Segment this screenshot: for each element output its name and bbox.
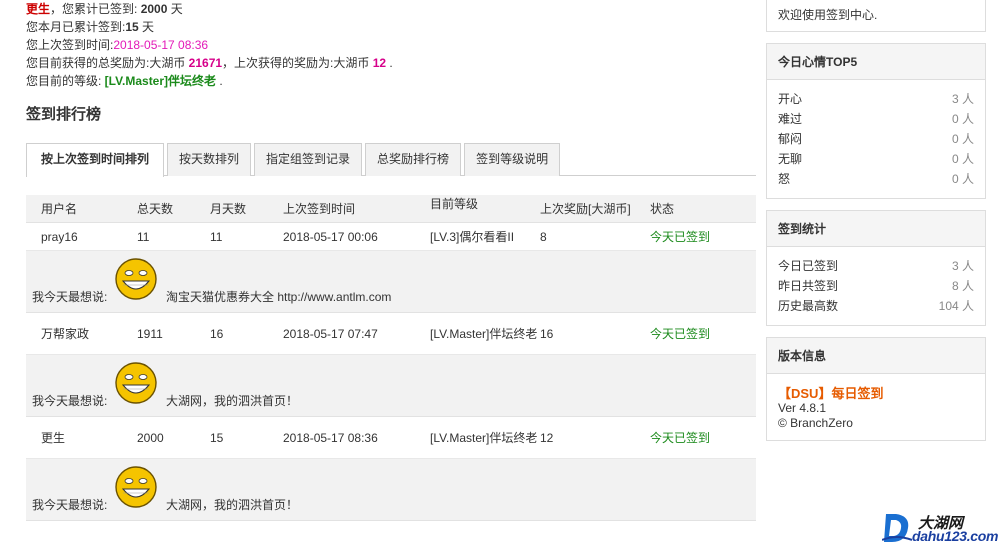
total-days: 2000 (140, 2, 168, 16)
grin-face-icon (115, 258, 157, 300)
summary-line-level: 您目前的等级: [LV.Master]伴坛终老 . (26, 74, 223, 88)
stats-box: 签到统计 今日已签到 3 人 昨日共签到 8 人 历史最高数 104 人 (766, 210, 986, 326)
row-status: 今天已签到 (650, 327, 711, 341)
mood-item: 开心 3 人 (778, 92, 974, 106)
month-days: 15 (125, 20, 139, 34)
summary-line-reward: 您目前获得的总奖励为:大湖币 21671，上次获得的奖励为:大湖币 12 . (26, 56, 393, 70)
table-row: 万帮家政 1911 16 2018-05-17 07:47 [LV.Master… (26, 313, 756, 355)
tab-group-records[interactable]: 指定组签到记录 (254, 143, 363, 176)
col-username: 用户名 (41, 202, 78, 216)
row-time: 2018-05-17 00:06 (283, 229, 378, 244)
ranking-tabs: 按上次签到时间排列 按天数排列 指定组签到记录 总奖励排行榜 签到等级说明 (26, 143, 756, 177)
table-row: pray16 11 11 2018-05-17 00:06 [LV.3]偶尔看看… (26, 223, 756, 251)
col-total-days: 总天数 (137, 202, 174, 216)
plugin-version: Ver 4.8.1 (778, 401, 827, 415)
stats-title: 签到统计 (767, 211, 985, 247)
thought-text: 大湖网，我的泗洪首页！ (166, 498, 299, 512)
col-status: 状态 (650, 202, 675, 216)
row-reward: 12 (540, 430, 554, 445)
grin-face-icon (115, 466, 157, 508)
row-level: [LV.3]偶尔看看II (430, 229, 515, 244)
table-row: 更生 2000 15 2018-05-17 08:36 [LV.Master]伴… (26, 417, 756, 459)
plugin-copyright: © BranchZero (778, 416, 853, 430)
row-time: 2018-05-17 08:36 (283, 430, 378, 445)
col-last-time: 上次签到时间 (283, 202, 356, 216)
thought-text: 大湖网，我的泗洪首页！ (166, 394, 299, 408)
row-month: 11 (210, 229, 223, 244)
user-level: [LV.Master]伴坛终老 (104, 74, 217, 88)
ranking-table: 用户名 总天数 月天数 上次签到时间 目前等级 上次奖励[大湖币] 状态 pra… (26, 195, 756, 521)
row-total: 2000 (137, 430, 164, 445)
main-content: 更生，您累计已签到: 2000 天 您本月已累计签到:15 天 您上次签到时间:… (26, 0, 756, 521)
version-title: 版本信息 (767, 338, 985, 374)
mood-item: 难过 0 人 (778, 112, 974, 126)
thought-text: 淘宝天猫优惠券大全 http://www.antlm.com (166, 290, 392, 304)
ranking-title: 签到排行榜 (26, 106, 102, 123)
col-level: 目前等级 (430, 197, 479, 211)
mood-item: 怒0 人 (778, 172, 974, 186)
row-username[interactable]: 更生 (26, 429, 137, 446)
username[interactable]: 更生 (26, 2, 50, 16)
mood-item: 无聊 0 人 (778, 152, 974, 166)
welcome-text: 欢迎使用签到中心. (778, 8, 878, 22)
col-month-days: 月天数 (210, 202, 247, 216)
summary-line-last-time: 您上次签到时间:2018-05-17 08:36 (26, 38, 209, 52)
row-reward: 8 (540, 229, 547, 244)
last-reward: 12 (372, 56, 387, 70)
welcome-box: 欢迎使用签到中心. (766, 0, 986, 32)
tab-by-last-time[interactable]: 按上次签到时间排列 (26, 143, 165, 177)
row-status: 今天已签到 (650, 431, 711, 445)
watermark-url: dahu123.com (912, 528, 999, 544)
dahu-logo-icon (882, 514, 912, 542)
thought-row: 我今天最想说: 淘宝天猫优惠券大全 http://www.antlm.com (26, 251, 756, 313)
mood-box: 今日心情TOP5 开心 3 人 难过 0 人 郁闷 0 人 无聊 0 人 怒0 人 (766, 43, 986, 199)
stats-item: 历史最高数 104 人 (778, 299, 974, 313)
thought-label: 我今天最想说: (32, 394, 108, 408)
row-username[interactable]: pray16 (26, 230, 137, 244)
thought-label: 我今天最想说: (32, 290, 108, 304)
summary-line-month: 您本月已累计签到:15 天 (26, 20, 155, 34)
row-username[interactable]: 万帮家政 (26, 325, 137, 342)
thought-row: 我今天最想说: 大湖网，我的泗洪首页！ (26, 459, 756, 521)
site-watermark: 大湖网 dahu123.com (882, 510, 999, 546)
grin-face-icon (115, 362, 157, 404)
row-month: 15 (210, 430, 224, 445)
summary-line-total: 更生，您累计已签到: 2000 天 (26, 2, 183, 16)
row-total: 1911 (137, 326, 163, 341)
thought-row: 我今天最想说: 大湖网，我的泗洪首页！ (26, 355, 756, 417)
thought-label: 我今天最想说: (32, 498, 108, 512)
tab-by-days[interactable]: 按天数排列 (167, 143, 252, 176)
table-header: 用户名 总天数 月天数 上次签到时间 目前等级 上次奖励[大湖币] 状态 (26, 195, 756, 223)
row-time: 2018-05-17 07:47 (283, 326, 378, 341)
tab-total-reward[interactable]: 总奖励排行榜 (365, 143, 462, 176)
row-total: 11 (137, 229, 150, 244)
tab-level-info[interactable]: 签到等级说明 (464, 143, 561, 176)
last-signin-time: 2018-05-17 08:36 (113, 38, 209, 52)
row-level: [LV.Master]伴坛终老 (430, 430, 538, 445)
row-reward: 16 (540, 326, 554, 341)
plugin-brand[interactable]: 【DSU】每日签到 (778, 386, 974, 401)
row-month: 16 (210, 326, 224, 341)
mood-title: 今日心情TOP5 (767, 44, 985, 80)
row-level: [LV.Master]伴坛终老 (430, 326, 538, 341)
total-reward: 21671 (188, 56, 223, 70)
row-status: 今天已签到 (650, 230, 711, 244)
stats-item: 昨日共签到 8 人 (778, 279, 974, 293)
stats-item: 今日已签到 3 人 (778, 259, 974, 273)
mood-item: 郁闷 0 人 (778, 132, 974, 146)
version-box: 版本信息 【DSU】每日签到 Ver 4.8.1 © BranchZero (766, 337, 986, 441)
col-last-reward: 上次奖励[大湖币] (540, 202, 631, 216)
